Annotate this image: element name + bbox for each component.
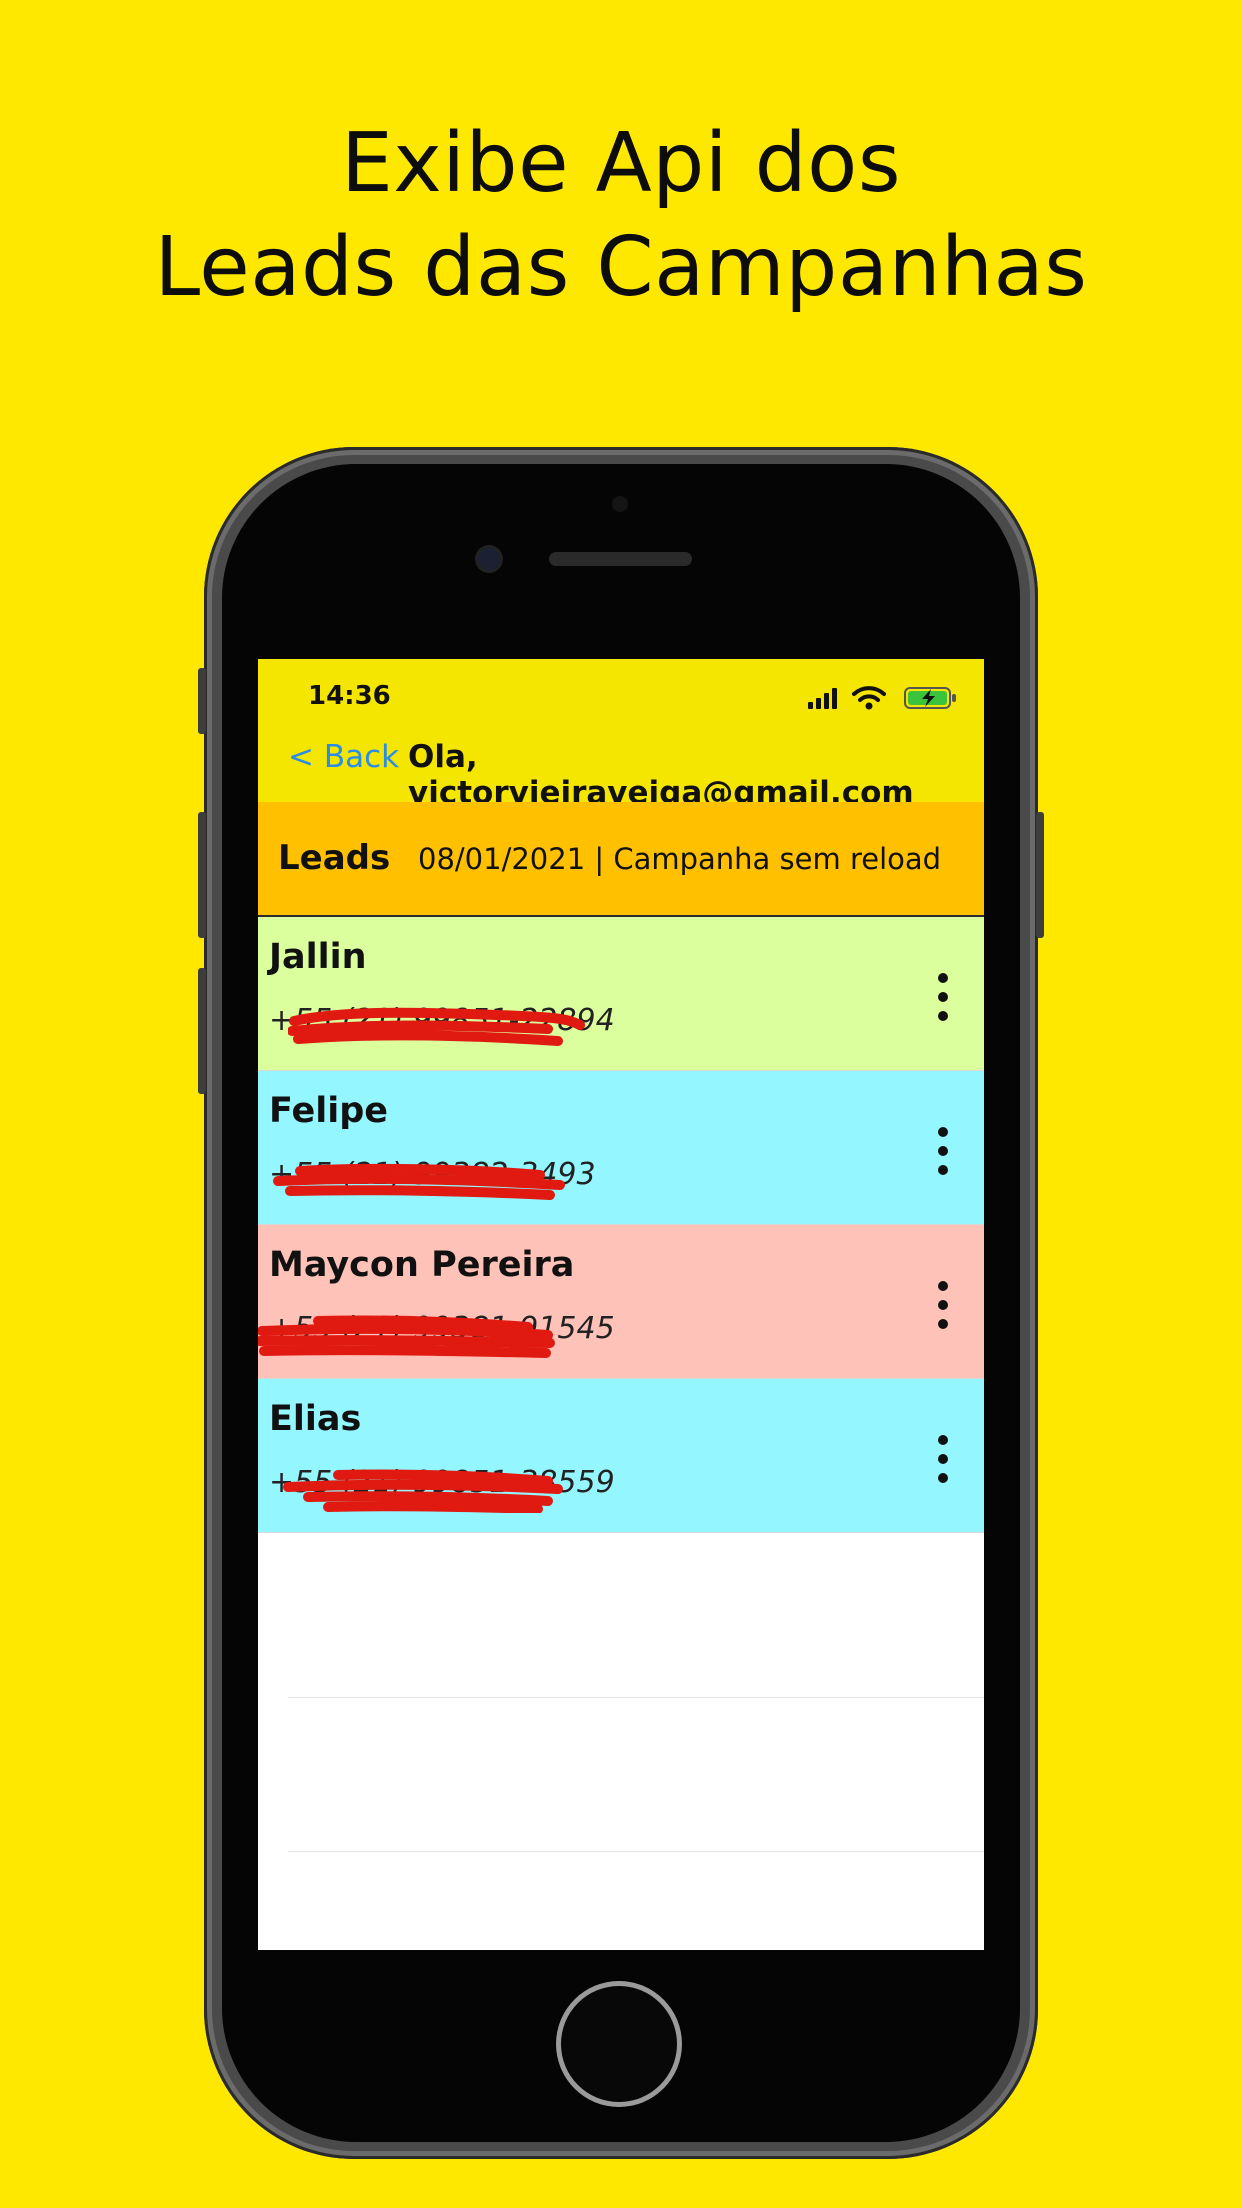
lead-name: Maycon Pereira — [269, 1245, 575, 1285]
redaction-scribble — [273, 1163, 565, 1200]
volume-up-button — [198, 812, 206, 938]
lead-name: Jallin — [269, 937, 367, 977]
lead-row[interactable]: Maycon Pereira +55 (21) 99381-91545 — [258, 1225, 984, 1379]
headline-line-1: Exibe Api dos — [340, 116, 902, 211]
more-options-icon[interactable] — [936, 1281, 950, 1329]
more-options-icon[interactable] — [936, 1435, 950, 1483]
status-time: 14:36 — [308, 681, 391, 711]
user-greeting: Ola, victorvieiraveiga@gmail.com — [408, 739, 914, 811]
cellular-signal-icon — [808, 687, 840, 709]
redaction-scribble — [258, 1315, 555, 1358]
promo-headline: Exibe Api dos Leads das Campanhas — [0, 112, 1242, 320]
mute-switch — [198, 668, 206, 734]
more-options-icon[interactable] — [936, 973, 950, 1021]
earpiece-speaker — [549, 552, 692, 566]
campaign-subtitle: 08/01/2021 | Campanha sem reload — [418, 842, 942, 876]
battery-charging-icon — [904, 687, 956, 709]
back-button[interactable]: < Back — [288, 739, 399, 775]
front-camera-icon — [478, 548, 500, 570]
leads-header: Leads 08/01/2021 | Campanha sem reload — [258, 802, 984, 917]
app-screen: 14:36 < Back Ola, victorvieiraveiga@gmai… — [258, 659, 984, 1950]
redaction-scribble — [288, 1007, 585, 1046]
lead-name: Felipe — [269, 1091, 389, 1131]
home-button[interactable] — [556, 1981, 682, 2107]
redaction-scribble — [283, 1469, 563, 1513]
volume-down-button — [198, 968, 206, 1094]
lead-name: Elias — [269, 1399, 362, 1439]
empty-row-divider — [288, 1851, 984, 1852]
more-options-icon[interactable] — [936, 1127, 950, 1175]
lead-row[interactable]: Felipe +55 (21) 99382-3493 — [258, 1071, 984, 1225]
wifi-icon — [852, 686, 886, 710]
lead-row[interactable]: Elias +55 (21) 99851-38559 — [258, 1379, 984, 1533]
empty-row-divider — [288, 1697, 984, 1698]
headline-line-2: Leads das Campanhas — [154, 220, 1088, 315]
navigation-bar: 14:36 < Back Ola, victorvieiraveiga@gmai… — [258, 659, 984, 811]
proximity-sensor — [612, 496, 628, 512]
leads-title: Leads — [278, 838, 391, 878]
lead-row[interactable]: Jallin +55 (21) 99851-22894 — [258, 917, 984, 1071]
power-button — [1036, 812, 1044, 938]
